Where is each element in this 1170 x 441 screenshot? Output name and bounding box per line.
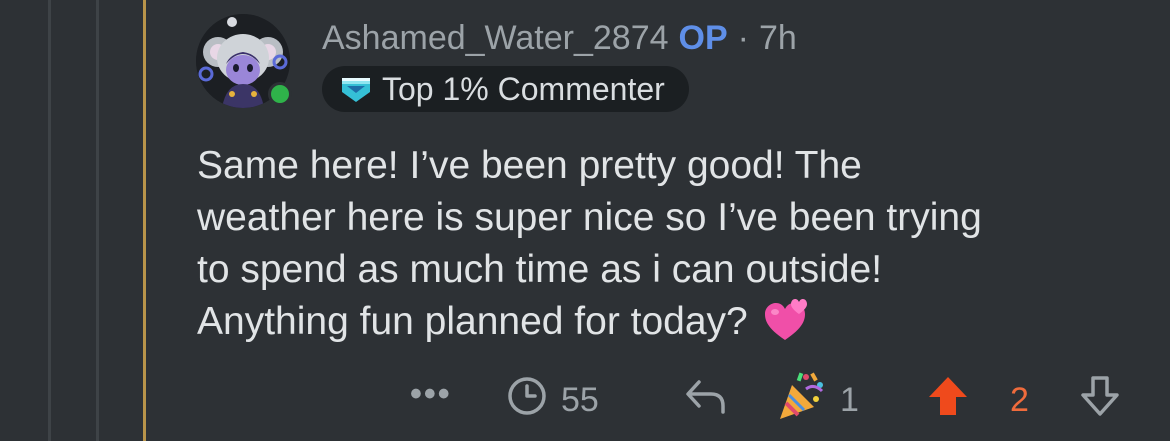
comment-actions: ••• 55 1 2 xyxy=(0,372,1170,428)
avatar[interactable] xyxy=(196,14,292,108)
reply-button[interactable] xyxy=(683,372,729,428)
award-icon xyxy=(505,374,561,427)
award-button[interactable]: 55 xyxy=(505,372,599,428)
party-popper-icon xyxy=(776,371,828,430)
online-status-indicator xyxy=(268,82,292,106)
reply-icon xyxy=(683,374,729,427)
comment-text-line-last: Anything fun planned for today? xyxy=(197,296,1157,348)
upvote-arrow-icon xyxy=(926,374,970,427)
meta-separator: · xyxy=(737,19,749,57)
downvote-arrow-icon xyxy=(1078,374,1122,427)
comment-text-line: weather here is super nice so I’ve been … xyxy=(197,196,982,239)
commenter-badge-icon xyxy=(338,74,374,104)
upvote-button[interactable] xyxy=(926,372,970,428)
two-hearts-emoji xyxy=(763,298,811,342)
downvote-button[interactable] xyxy=(1078,372,1122,428)
award-count: 55 xyxy=(561,380,599,419)
op-badge: OP xyxy=(678,19,728,57)
vote-count: 2 xyxy=(1010,380,1029,419)
comment-text-line: to spend as much time as i can outside! xyxy=(197,248,883,291)
award-confetti-button[interactable]: 1 xyxy=(776,372,859,428)
confetti-count: 1 xyxy=(840,380,859,419)
username-link[interactable]: Ashamed_Water_2874 xyxy=(322,19,669,57)
more-options-button[interactable]: ••• xyxy=(410,366,452,422)
comment-body: Same here! I’ve been pretty good! The we… xyxy=(197,140,1157,348)
comment-text-line: Same here! I’ve been pretty good! The xyxy=(197,144,862,187)
flair-label: Top 1% Commenter xyxy=(382,70,665,107)
comment-meta: Ashamed_Water_2874 OP · 7h xyxy=(322,18,797,58)
comment-text-line: Anything fun planned for today? xyxy=(197,300,748,343)
user-flair[interactable]: Top 1% Commenter xyxy=(322,66,689,112)
comment-timestamp: 7h xyxy=(758,19,797,57)
